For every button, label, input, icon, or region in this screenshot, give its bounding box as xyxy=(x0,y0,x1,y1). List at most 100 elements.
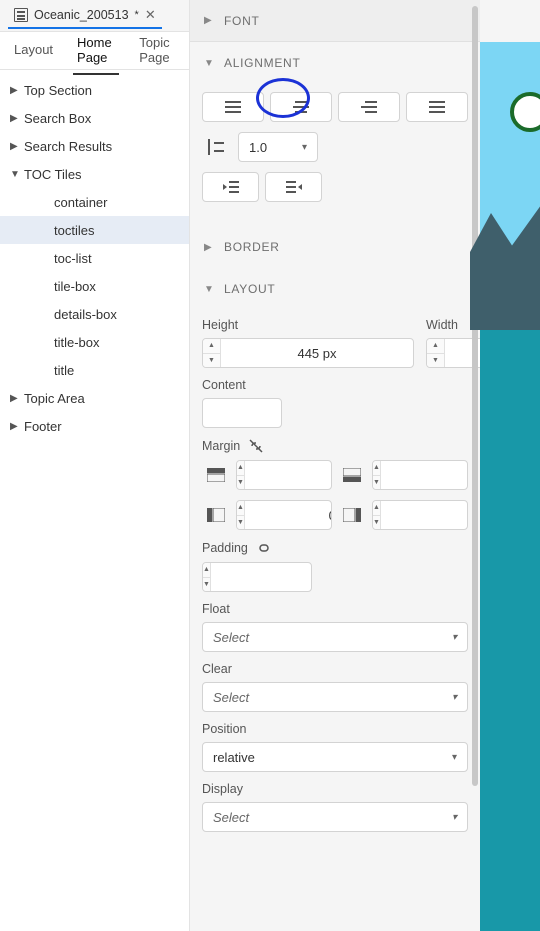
scroll-thumb[interactable] xyxy=(472,6,478,786)
tree-label: Top Section xyxy=(24,83,92,98)
indent-button[interactable] xyxy=(265,172,322,202)
display-select[interactable]: Select▾ xyxy=(202,802,468,832)
float-select[interactable]: Select▾ xyxy=(202,622,468,652)
tree-item-details-box[interactable]: ▶details-box xyxy=(0,300,189,328)
tree-label: details-box xyxy=(54,307,117,322)
tree-item-search-results[interactable]: ▶Search Results xyxy=(0,132,189,160)
step-up[interactable]: ▲ xyxy=(203,339,220,354)
height-input[interactable]: ▲▼ xyxy=(202,338,414,368)
position-select[interactable]: relative▾ xyxy=(202,742,468,772)
display-label: Display xyxy=(202,782,468,796)
file-tab[interactable]: Oceanic_200513 * ✕ xyxy=(8,3,162,29)
clear-select[interactable]: Select▾ xyxy=(202,682,468,712)
preview-logo xyxy=(510,92,540,132)
height-field[interactable] xyxy=(221,339,413,367)
tree-label: toctiles xyxy=(54,223,94,238)
preview-hero xyxy=(480,42,540,330)
content-input[interactable] xyxy=(202,398,282,428)
chevron-right-icon: ▶ xyxy=(10,113,24,124)
tree-item-title[interactable]: ▶title xyxy=(0,356,189,384)
tree-item-search-box[interactable]: ▶Search Box xyxy=(0,104,189,132)
alignment-body: 1.0 ▾ xyxy=(190,84,480,226)
tree-item-title-box[interactable]: ▶title-box xyxy=(0,328,189,356)
chevron-down-icon: ▾ xyxy=(302,142,307,153)
content-field[interactable] xyxy=(203,399,282,427)
subtab-home-page[interactable]: Home Page xyxy=(73,27,119,75)
padding-input[interactable]: ▲▼ xyxy=(202,562,312,592)
step-up[interactable]: ▲ xyxy=(427,339,444,354)
margin-right-input[interactable]: ▲▼ xyxy=(372,500,468,530)
preview-body xyxy=(480,330,540,931)
chevron-right-icon: ▶ xyxy=(10,85,24,96)
margin-right-icon xyxy=(338,508,366,522)
chevron-down-icon: ▾ xyxy=(452,632,457,643)
unlink-icon[interactable] xyxy=(248,438,264,454)
preview-mountain xyxy=(470,200,540,330)
chevron-right-icon: ▶ xyxy=(204,15,214,26)
tree-item-top-section[interactable]: ▶Top Section xyxy=(0,76,189,104)
tree-item-container[interactable]: ▶container xyxy=(0,188,189,216)
outdent-button[interactable] xyxy=(202,172,259,202)
section-layout[interactable]: ▼ LAYOUT xyxy=(190,268,480,310)
position-label: Position xyxy=(202,722,468,736)
layout-body: Height ▲▼ Width ▲▼ Content xyxy=(190,310,480,846)
chevron-down-icon: ▼ xyxy=(204,284,214,295)
line-height-select[interactable]: 1.0 ▾ xyxy=(238,132,318,162)
tree-item-toc-list[interactable]: ▶toc-list xyxy=(0,244,189,272)
tree-label: container xyxy=(54,195,107,210)
file-name: Oceanic_200513 xyxy=(34,8,129,22)
tree-item-tile-box[interactable]: ▶tile-box xyxy=(0,272,189,300)
align-center-button[interactable] xyxy=(270,92,332,122)
tree-item-toc-tiles[interactable]: ▼TOC Tiles xyxy=(0,160,189,188)
left-panel: Oceanic_200513 * ✕ Layout Home Page Topi… xyxy=(0,0,190,931)
tree-label: title-box xyxy=(54,335,100,350)
height-label: Height xyxy=(202,318,414,332)
subtab-layout[interactable]: Layout xyxy=(10,34,57,67)
preview-pane xyxy=(480,0,540,931)
margin-label: Margin xyxy=(202,439,240,453)
properties-panel: ▶ FONT ▼ ALIGNMENT 1.0 ▾ xyxy=(190,0,480,931)
section-alignment[interactable]: ▼ ALIGNMENT xyxy=(190,42,480,84)
margin-bottom-input[interactable]: ▲▼ xyxy=(372,460,468,490)
properties-scrollbar[interactable] xyxy=(472,6,478,886)
float-label: Float xyxy=(202,602,468,616)
clear-label: Clear xyxy=(202,662,468,676)
link-icon[interactable] xyxy=(256,540,272,556)
step-down[interactable]: ▼ xyxy=(427,354,444,368)
tree-label: tile-box xyxy=(54,279,96,294)
chevron-right-icon: ▶ xyxy=(204,242,214,253)
structure-tree: ▶Top Section ▶Search Box ▶Search Results… xyxy=(0,70,189,931)
align-right-button[interactable] xyxy=(338,92,400,122)
content-label: Content xyxy=(202,378,468,392)
subtab-topic-page[interactable]: Topic Page xyxy=(135,27,179,75)
tree-item-footer[interactable]: ▶Footer xyxy=(0,412,189,440)
dirty-indicator: * xyxy=(135,9,139,21)
margin-left-input[interactable]: ▲▼ xyxy=(236,500,332,530)
line-height-value: 1.0 xyxy=(249,140,267,155)
margin-bottom-icon xyxy=(338,468,366,482)
margin-top-input[interactable]: ▲▼ xyxy=(236,460,332,490)
step-down[interactable]: ▼ xyxy=(203,354,220,368)
document-icon xyxy=(14,8,28,22)
section-border[interactable]: ▶ BORDER xyxy=(190,226,480,268)
tree-label: Search Box xyxy=(24,111,91,126)
section-title: FONT xyxy=(224,14,260,28)
chevron-down-icon: ▼ xyxy=(204,58,214,69)
close-icon[interactable]: ✕ xyxy=(145,7,156,23)
margin-top-icon xyxy=(202,468,230,482)
chevron-right-icon: ▶ xyxy=(10,421,24,432)
app-root: Oceanic_200513 * ✕ Layout Home Page Topi… xyxy=(0,0,540,931)
padding-label: Padding xyxy=(202,541,248,555)
tree-label: Search Results xyxy=(24,139,112,154)
tree-item-toctiles[interactable]: ▶toctiles xyxy=(0,216,189,244)
chevron-down-icon: ▾ xyxy=(452,752,457,763)
tree-label: Topic Area xyxy=(24,391,85,406)
chevron-down-icon: ▼ xyxy=(10,169,24,180)
section-title: ALIGNMENT xyxy=(224,56,301,70)
tree-item-topic-area[interactable]: ▶Topic Area xyxy=(0,384,189,412)
align-left-button[interactable] xyxy=(202,92,264,122)
section-title: BORDER xyxy=(224,240,280,254)
align-justify-button[interactable] xyxy=(406,92,468,122)
tree-label: title xyxy=(54,363,74,378)
section-font[interactable]: ▶ FONT xyxy=(190,0,480,42)
